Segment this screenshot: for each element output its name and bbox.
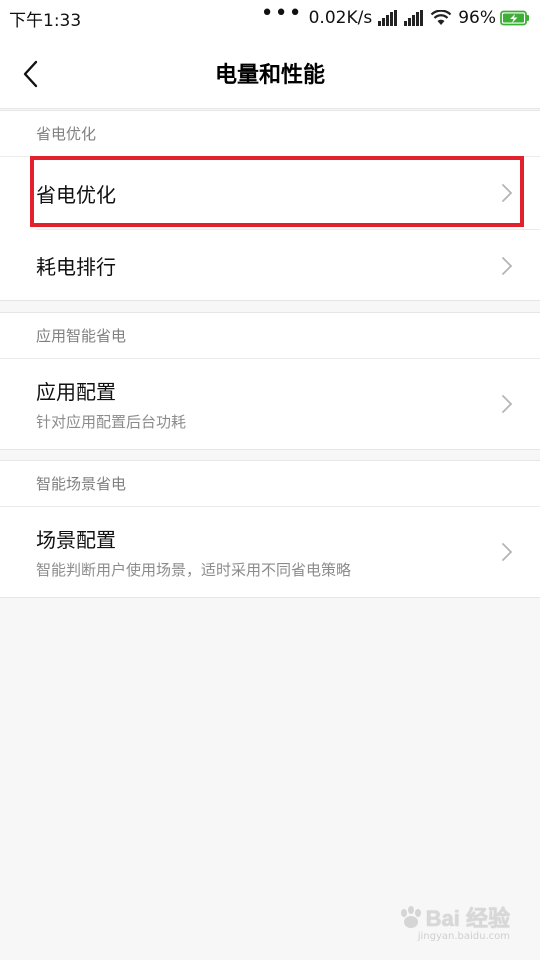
row-subtitle: 智能判断用户使用场景，适时采用不同省电策略	[36, 561, 352, 579]
section-smart-scene-saving: 智能场景省电 场景配置 智能判断用户使用场景，适时采用不同省电策略	[0, 460, 540, 598]
row-power-usage-ranking[interactable]: 耗电排行	[0, 230, 540, 301]
row-app-config[interactable]: 应用配置 针对应用配置后台功耗	[0, 359, 540, 449]
row-power-saving-optimize[interactable]: 省电优化	[0, 157, 540, 229]
title-bar: 电量和性能	[0, 36, 540, 109]
watermark-logo: Bai 经验	[398, 901, 510, 933]
page-title: 电量和性能	[214, 62, 325, 88]
chevron-right-icon	[502, 256, 513, 275]
row-subtitle: 针对应用配置后台功耗	[36, 413, 187, 431]
battery-charging-icon	[500, 10, 529, 26]
row-title: 耗电排行	[36, 255, 116, 279]
wifi-icon	[430, 10, 452, 25]
row-title: 省电优化	[36, 182, 116, 207]
status-time: 下午1:33	[9, 10, 82, 31]
chevron-left-icon	[23, 60, 38, 88]
watermark: Bai 经验 jingyan.baidu.com	[398, 901, 510, 942]
paw-icon	[400, 906, 421, 928]
signal-icon	[378, 10, 398, 26]
back-button[interactable]	[22, 52, 66, 96]
battery-status: 96%	[458, 8, 530, 28]
signal-icon	[404, 10, 424, 26]
status-right: ••• 0.02K/s 96%	[261, 3, 530, 28]
chevron-right-icon	[502, 184, 513, 202]
section-header: 省电优化	[0, 111, 540, 157]
chevron-right-icon	[502, 395, 513, 413]
watermark-url: jingyan.baidu.com	[417, 931, 510, 942]
battery-percent: 96%	[458, 8, 496, 28]
section-app-smart-saving: 应用智能省电 应用配置 针对应用配置后台功耗	[0, 312, 540, 450]
status-bar: 下午1:33 ••• 0.02K/s 96%	[0, 0, 540, 36]
row-scene-config[interactable]: 场景配置 智能判断用户使用场景，适时采用不同省电策略	[0, 507, 540, 597]
section-header: 应用智能省电	[0, 313, 540, 359]
row-title: 场景配置	[36, 528, 116, 552]
watermark-text: Bai 经验	[425, 906, 510, 931]
chevron-right-icon	[502, 543, 513, 561]
more-dots-icon: •••	[260, 1, 303, 26]
row-title: 应用配置	[36, 380, 116, 404]
net-speed: 0.02K/s	[308, 8, 373, 28]
section-header: 智能场景省电	[0, 461, 540, 507]
section-power-saving: 省电优化 省电优化 耗电排行	[0, 110, 540, 301]
